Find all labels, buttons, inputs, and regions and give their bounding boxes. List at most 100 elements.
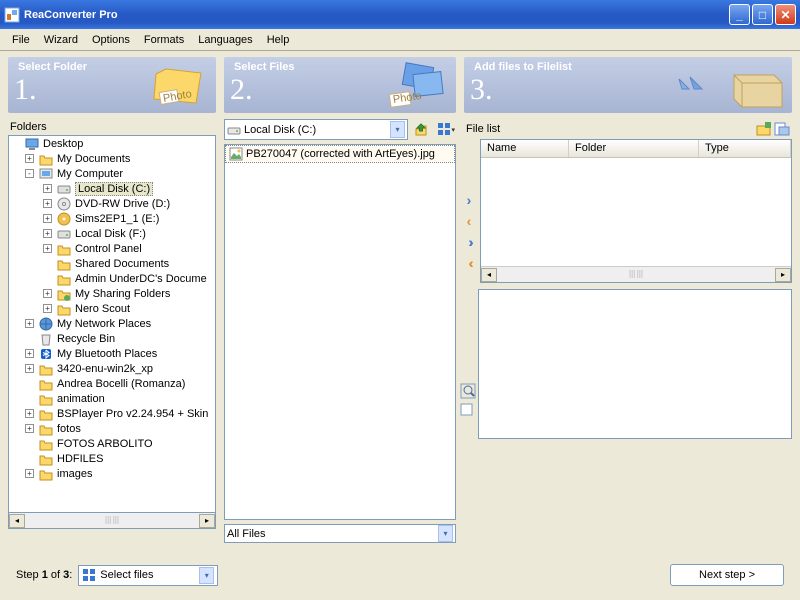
maximize-button[interactable]: □: [752, 4, 773, 25]
tree-node-label: Shared Documents: [75, 258, 169, 270]
menu-formats[interactable]: Formats: [138, 32, 190, 48]
expand-toggle[interactable]: +: [25, 469, 34, 478]
up-folder-button[interactable]: [412, 120, 432, 140]
tree-node-label: Control Panel: [75, 243, 142, 255]
folder-icon: [38, 406, 54, 422]
menu-file[interactable]: File: [6, 32, 36, 48]
folder-icon: [38, 376, 54, 392]
expand-toggle[interactable]: +: [25, 154, 34, 163]
close-button[interactable]: ✕: [775, 4, 796, 25]
dropdown-arrow-icon[interactable]: ▾: [438, 525, 453, 542]
tree-node[interactable]: Admin UnderDC's Docume: [9, 271, 215, 286]
folder-icon: [38, 391, 54, 407]
expand-toggle[interactable]: +: [25, 349, 34, 358]
expand-toggle[interactable]: +: [43, 229, 52, 238]
step-combo-text: Select files: [100, 569, 153, 581]
tree-node[interactable]: +DVD-RW Drive (D:): [9, 196, 215, 211]
folder-tree[interactable]: Desktop+My Documents-My Computer+Local D…: [8, 135, 216, 513]
tree-node-label: 3420-enu-win2k_xp: [57, 363, 153, 375]
tree-node[interactable]: +3420-enu-win2k_xp: [9, 361, 215, 376]
tree-node[interactable]: +My Network Places: [9, 316, 215, 331]
drive-combo[interactable]: Local Disk (C:) ▾: [224, 119, 408, 140]
next-step-button[interactable]: Next step >: [670, 564, 784, 586]
tree-node-label: Admin UnderDC's Docume: [75, 273, 207, 285]
scroll-left-button[interactable]: ◂: [481, 268, 497, 282]
expand-toggle[interactable]: -: [25, 169, 34, 178]
tree-node[interactable]: Recycle Bin: [9, 331, 215, 346]
remove-file-button[interactable]: ‹: [460, 212, 478, 230]
box-decoration-icon: [674, 59, 792, 111]
tree-node[interactable]: +BSPlayer Pro v2.24.954 + Skin: [9, 406, 215, 421]
folder-icon: [38, 151, 54, 167]
menu-languages[interactable]: Languages: [192, 32, 258, 48]
expand-toggle[interactable]: +: [25, 409, 34, 418]
tree-node-label: HDFILES: [57, 453, 103, 465]
col-type[interactable]: Type: [699, 140, 791, 157]
expand-toggle[interactable]: +: [25, 364, 34, 373]
tree-node[interactable]: -My Computer: [9, 166, 215, 181]
menu-help[interactable]: Help: [261, 32, 296, 48]
tree-node-label: My Documents: [57, 153, 130, 165]
menu-wizard[interactable]: Wizard: [38, 32, 84, 48]
expand-toggle[interactable]: +: [43, 199, 52, 208]
step2-label: Select Files: [234, 61, 295, 73]
dropdown-arrow-icon[interactable]: ▾: [390, 121, 405, 138]
bt-icon: [38, 346, 54, 362]
dropdown-arrow-icon[interactable]: ▾: [199, 567, 214, 584]
scroll-right-button[interactable]: ▸: [775, 268, 791, 282]
tree-node[interactable]: +My Sharing Folders: [9, 286, 215, 301]
expand-toggle[interactable]: +: [43, 184, 52, 193]
expand-toggle[interactable]: +: [25, 424, 34, 433]
tree-node-label: Nero Scout: [75, 303, 130, 315]
step-combo[interactable]: Select files ▾: [78, 565, 218, 586]
col-folder[interactable]: Folder: [569, 140, 699, 157]
tree-node-label: Desktop: [43, 138, 83, 150]
expand-toggle[interactable]: +: [25, 319, 34, 328]
scroll-left-button[interactable]: ◂: [9, 514, 25, 528]
add-from-list-button[interactable]: [774, 121, 790, 137]
tree-node[interactable]: + Control Panel: [9, 241, 215, 256]
tree-node[interactable]: +Sims2EP1_1 (E:): [9, 211, 215, 226]
tree-node[interactable]: +Local Disk (C:): [9, 181, 215, 196]
expand-toggle[interactable]: +: [43, 304, 52, 313]
add-from-folder-button[interactable]: [756, 121, 772, 137]
tree-node[interactable]: Andrea Bocelli (Romanza): [9, 376, 215, 391]
app-icon: [4, 7, 20, 23]
file-list[interactable]: PB270047 (corrected with ArtEyes).jpg: [224, 144, 456, 520]
add-all-button[interactable]: ››: [460, 233, 478, 251]
tree-node-label: Andrea Bocelli (Romanza): [57, 378, 185, 390]
preview-toggle-button[interactable]: [460, 383, 476, 399]
tree-node[interactable]: + My Documents: [9, 151, 215, 166]
cd-icon: [56, 196, 72, 212]
filelist-h-scrollbar[interactable]: ◂ⅢⅢ▸: [481, 266, 791, 282]
tree-node[interactable]: + Nero Scout: [9, 301, 215, 316]
scroll-right-button[interactable]: ▸: [199, 514, 215, 528]
tree-node[interactable]: +My Bluetooth Places: [9, 346, 215, 361]
tree-node[interactable]: +fotos: [9, 421, 215, 436]
remove-all-button[interactable]: ‹‹: [460, 254, 478, 272]
step2-banner: Select Files 2. Photo: [224, 57, 456, 113]
checkbox[interactable]: [460, 403, 474, 417]
step-indicator: Step 1 of 3:: [16, 569, 72, 581]
folder-icon: [56, 271, 72, 287]
expand-toggle[interactable]: +: [43, 214, 52, 223]
filter-combo[interactable]: All Files ▾: [224, 524, 456, 543]
expand-toggle[interactable]: +: [43, 244, 52, 253]
tree-node[interactable]: Desktop: [9, 136, 215, 151]
tree-h-scrollbar[interactable]: ◂ⅢⅢ▸: [8, 513, 216, 529]
tree-node[interactable]: +Local Disk (F:): [9, 226, 215, 241]
minimize-button[interactable]: _: [729, 4, 750, 25]
tree-node[interactable]: animation: [9, 391, 215, 406]
cdicon-icon: [56, 211, 72, 227]
add-file-button[interactable]: ›: [460, 191, 478, 209]
tree-node[interactable]: HDFILES: [9, 451, 215, 466]
tree-node[interactable]: +images: [9, 466, 215, 481]
target-file-list[interactable]: Name Folder Type ◂ⅢⅢ▸: [480, 139, 792, 283]
menu-options[interactable]: Options: [86, 32, 136, 48]
tree-node[interactable]: Shared Documents: [9, 256, 215, 271]
expand-toggle[interactable]: +: [43, 289, 52, 298]
file-row[interactable]: PB270047 (corrected with ArtEyes).jpg: [225, 145, 455, 163]
col-name[interactable]: Name: [481, 140, 569, 157]
view-button[interactable]: ▾: [436, 120, 456, 140]
tree-node[interactable]: FOTOS ARBOLITO: [9, 436, 215, 451]
